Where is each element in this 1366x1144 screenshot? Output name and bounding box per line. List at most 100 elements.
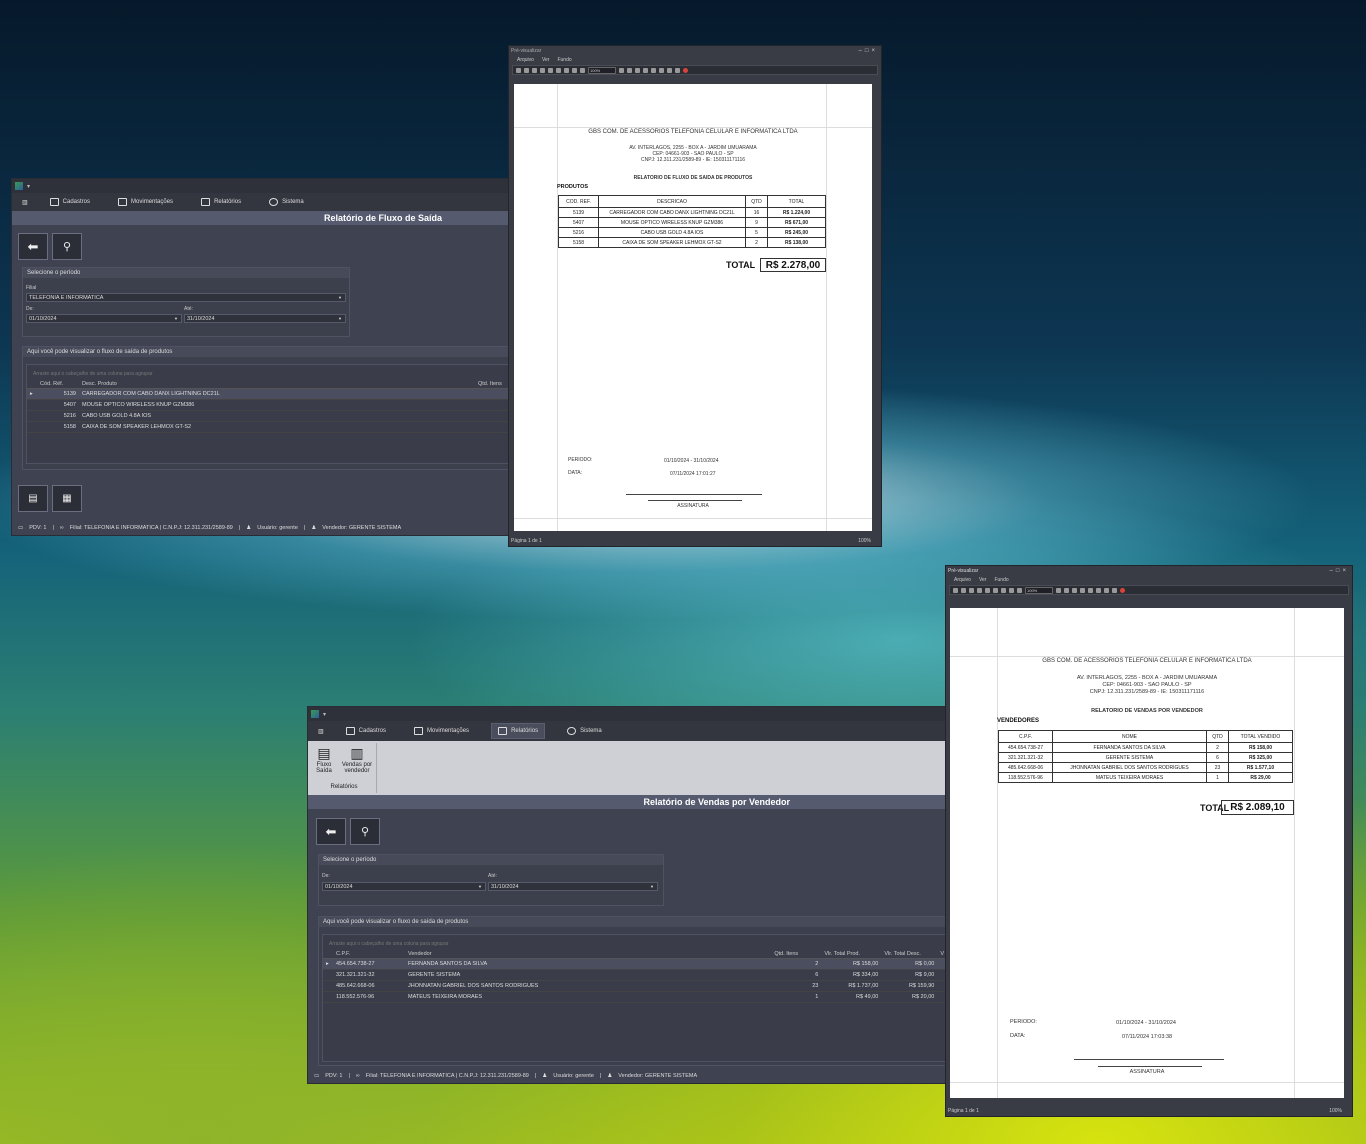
column-header[interactable]: Qtd. Itens <box>475 380 508 389</box>
table-row[interactable]: 5407 MOUSE OPTICO WIRELESS KNUP GZM386 <box>27 399 508 411</box>
print-quick-icon[interactable] <box>548 67 553 73</box>
menu-ver[interactable]: Ver <box>979 576 987 585</box>
export-icon[interactable] <box>667 67 672 73</box>
desc-cell: CARREGADOR COM CABO DANX LIGHTNING DC21L <box>598 207 746 218</box>
products-grid[interactable]: Arraste aqui o cabeçalho de uma coluna p… <box>26 364 508 464</box>
print-quick-icon[interactable] <box>985 587 990 593</box>
table-row[interactable]: 485.642.668-06 JHONNATAN GABRIEL DOS SANT… <box>323 980 946 992</box>
sellers-grid[interactable]: Arraste aqui o cabeçalho de uma coluna p… <box>322 934 946 1062</box>
next-page-icon[interactable] <box>643 67 648 73</box>
column-header[interactable]: Vlr. Total Prod. <box>821 950 882 959</box>
page-setup-icon[interactable] <box>993 587 998 593</box>
menu-arquivo[interactable]: Arquivo <box>517 56 534 65</box>
menu-sistema[interactable]: Sistema <box>561 724 608 738</box>
menu-cadastros[interactable]: Cadastros <box>340 724 392 738</box>
zoom-select[interactable]: 100% <box>588 66 616 74</box>
print-icon[interactable] <box>524 67 529 73</box>
table-row[interactable]: 321.321.321-32 GERENTE SISTEMA 6 R$ 334,00 R… <box>323 969 946 981</box>
filial-select[interactable]: TELEFONIA E INFORMATICA ▼ <box>26 293 346 302</box>
total-cell: R$ 29,00 <box>1228 772 1293 783</box>
menu-movimentacoes[interactable]: Movimentações <box>112 195 179 209</box>
table-row[interactable]: ▸ 454.654.738-27 FERNANDA SANTOS DA SILVA 2… <box>323 958 946 970</box>
name-cell: JHONNATAN GABRIEL DOS SANTOS RODRIGUES <box>405 980 772 992</box>
email-icon[interactable] <box>675 67 680 73</box>
close-preview-icon[interactable] <box>683 67 688 73</box>
open-icon[interactable] <box>969 587 974 593</box>
search-button[interactable]: ⚲ <box>52 233 82 260</box>
menu-fundo[interactable]: Fundo <box>557 56 571 65</box>
hand-icon[interactable] <box>1001 587 1006 593</box>
back-button[interactable]: ⬅ <box>316 818 346 845</box>
de-date-field[interactable]: 01/10/2024 ▼ <box>26 314 182 323</box>
print-button[interactable]: ▤ <box>18 485 48 512</box>
menu-relatorios[interactable]: Relatórios <box>491 723 546 739</box>
last-page-icon[interactable] <box>651 67 656 73</box>
ribbon-vendas-vendedor[interactable]: ▥ Vendas por vendedor <box>340 745 374 774</box>
close-preview-icon[interactable] <box>1120 587 1125 593</box>
group-by-hint: Arraste aqui o cabeçalho de uma coluna p… <box>33 371 153 377</box>
export-button[interactable]: ▦ <box>52 485 82 512</box>
menu-toggle-icon[interactable]: ▥ <box>22 199 28 206</box>
menu-movimentacoes[interactable]: Movimentações <box>408 724 475 738</box>
export-icon[interactable] <box>1104 587 1109 593</box>
page-setup-icon[interactable] <box>556 67 561 73</box>
menu-label: Movimentações <box>131 199 174 205</box>
search-icon[interactable] <box>1056 587 1061 593</box>
table-row[interactable]: ▸ 5139 CARREGADOR COM CABO DANX LIGHTNING … <box>27 388 508 400</box>
multipage-icon[interactable] <box>1096 587 1101 593</box>
print-icon[interactable] <box>961 587 966 593</box>
qty-cell: 5 <box>745 227 768 238</box>
ate-date-field[interactable]: 31/10/2024 ▼ <box>184 314 346 323</box>
column-header[interactable]: Vendedor <box>405 950 772 959</box>
table-row[interactable]: 5216 CABO USB GOLD 4.8A IOS <box>27 410 508 422</box>
menu-ver[interactable]: Ver <box>542 56 550 65</box>
prev-page-icon[interactable] <box>635 67 640 73</box>
zoom-in-icon[interactable] <box>572 67 577 73</box>
email-icon[interactable] <box>1112 587 1117 593</box>
quick-access-icon[interactable]: ▾ <box>323 711 326 718</box>
margin-line <box>950 656 1344 657</box>
column-header[interactable]: C.P.F. <box>333 950 405 959</box>
qty-cell: 23 <box>1206 762 1229 773</box>
filial-status: Filial: TELEFONIA E INFORMATICA | C.N.P.… <box>69 525 233 531</box>
first-page-icon[interactable] <box>1064 587 1069 593</box>
table-row[interactable]: 5158 CAIXA DE SOM SPEAKER LEHMOX GT-S2 <box>27 421 508 433</box>
sidebar-icon[interactable] <box>953 587 958 593</box>
menu-sistema[interactable]: Sistema <box>263 195 310 209</box>
ribbon-fluxo-saida[interactable]: ▤ Fluxo Saída <box>314 745 334 774</box>
search-icon[interactable] <box>619 67 624 73</box>
zoom-in-icon[interactable] <box>1009 587 1014 593</box>
back-button[interactable]: ⬅ <box>18 233 48 260</box>
column-header[interactable]: Cód. Réf. <box>37 380 79 389</box>
window-controls[interactable]: –□× <box>859 46 878 56</box>
prev-page-icon[interactable] <box>1072 587 1077 593</box>
next-page-icon[interactable] <box>1080 587 1085 593</box>
column-header[interactable]: Qtd. Itens <box>771 950 822 959</box>
open-icon[interactable] <box>532 67 537 73</box>
de-date-field[interactable]: 01/10/2024 ▼ <box>322 882 486 891</box>
ate-date-field[interactable]: 31/10/2024 ▼ <box>488 882 658 891</box>
hand-icon[interactable] <box>564 67 569 73</box>
save-icon[interactable] <box>540 67 545 73</box>
save-icon[interactable] <box>977 587 982 593</box>
zoom-out-icon[interactable] <box>580 67 585 73</box>
sidebar-icon[interactable] <box>516 67 521 73</box>
menu-fundo[interactable]: Fundo <box>994 576 1008 585</box>
data-value: 07/11/2024 17:01:27 <box>670 471 716 477</box>
column-header[interactable]: Desc. Produto <box>79 380 475 389</box>
search-button[interactable]: ⚲ <box>350 818 380 845</box>
zoom-out-icon[interactable] <box>1017 587 1022 593</box>
window-controls[interactable]: –□× <box>1330 566 1349 576</box>
zoom-select[interactable]: 100% <box>1025 586 1053 594</box>
menu-arquivo[interactable]: Arquivo <box>954 576 971 585</box>
first-page-icon[interactable] <box>627 67 632 73</box>
quick-access-icon[interactable]: ▾ <box>27 183 30 190</box>
column-header[interactable]: Vlr. Total Desc. <box>881 950 938 959</box>
last-page-icon[interactable] <box>1088 587 1093 593</box>
multipage-icon[interactable] <box>659 67 664 73</box>
menu-relatorios[interactable]: Relatórios <box>195 195 247 209</box>
menu-toggle-icon[interactable]: ▥ <box>318 728 324 735</box>
total-value: R$ 2.278,00 <box>760 258 826 272</box>
menu-cadastros[interactable]: Cadastros <box>44 195 96 209</box>
table-row[interactable]: 118.552.576-96 MATEUS TEIXEIRA MORAES 1 R$ … <box>323 991 946 1003</box>
